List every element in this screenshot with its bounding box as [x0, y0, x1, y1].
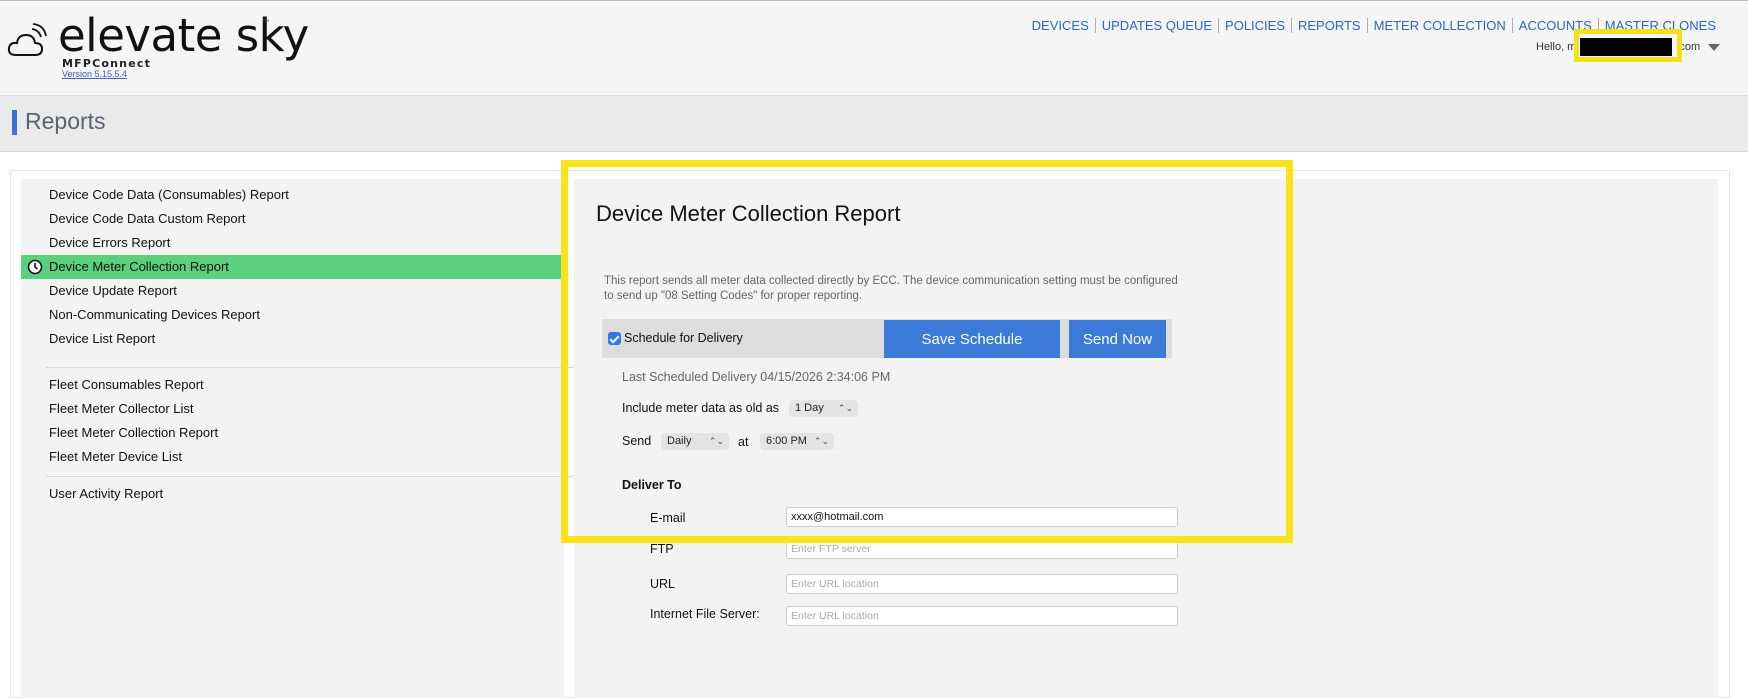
nav-policies[interactable]: POLICIES: [1219, 18, 1292, 33]
schedule-checkbox[interactable]: [608, 332, 621, 345]
nav-devices[interactable]: DEVICES: [1026, 18, 1096, 33]
sidebar-item-custom-report[interactable]: Device Code Data Custom Report: [21, 207, 564, 231]
url-field[interactable]: [786, 574, 1178, 594]
include-label: Include meter data as old as: [622, 401, 780, 415]
send-label: Send: [622, 434, 652, 448]
sidebar-item-fleet-consumables-report[interactable]: Fleet Consumables Report: [21, 373, 564, 397]
schedule-label: Schedule for Delivery: [624, 331, 743, 345]
sidebar-item-meter-collection-report[interactable]: Device Meter Collection Report: [21, 255, 564, 279]
internet-file-server-field[interactable]: [786, 606, 1178, 626]
cloud-wifi-icon: [7, 23, 47, 56]
app-header: elevate sky ™ MFPConnect Version 5.15.5.…: [0, 0, 1748, 96]
trademark: ™: [262, 19, 269, 26]
hello-prefix: Hello, m: [1536, 41, 1577, 53]
nav-meter-collection[interactable]: METER COLLECTION: [1368, 18, 1513, 33]
report-description: This report sends all meter data collect…: [604, 275, 1178, 302]
chevron-down-icon[interactable]: [1708, 43, 1721, 51]
sidebar-item-fleet-collection-report[interactable]: Fleet Meter Collection Report: [21, 421, 564, 445]
last-scheduled-delivery: Last Scheduled Delivery 04/15/2026 2:34:…: [622, 370, 891, 384]
sidebar-item-errors-report[interactable]: Device Errors Report: [21, 231, 564, 255]
nav-reports[interactable]: REPORTS: [1292, 18, 1368, 33]
save-schedule-button[interactable]: Save Schedule: [884, 320, 1060, 358]
at-label: at: [738, 435, 749, 449]
select-arrows-icon: ⌃⌄: [837, 403, 853, 413]
ftp-field[interactable]: [786, 539, 1178, 559]
nav-updates-queue[interactable]: UPDATES QUEUE: [1096, 18, 1220, 33]
send-frequency-value: Daily: [667, 435, 692, 447]
sidebar-item-non-communicating-report[interactable]: Non-Communicating Devices Report: [21, 303, 564, 327]
email-field[interactable]: [786, 507, 1178, 527]
select-arrows-icon: ⌃⌄: [708, 436, 724, 446]
sidebar-item-consumables-report[interactable]: Device Code Data (Consumables) Report: [21, 183, 564, 207]
select-arrows-icon: ⌃⌄: [813, 436, 829, 446]
page-title-band: Reports: [0, 96, 1748, 152]
send-frequency-select[interactable]: Daily ⌃⌄: [661, 433, 729, 450]
sidebar-item-label: Device Meter Collection Report: [49, 259, 229, 274]
title-accent-bar: [12, 110, 17, 135]
deliver-to-heading: Deliver To: [622, 478, 682, 492]
include-age-value: 1 Day: [795, 402, 824, 414]
sidebar-item-user-activity-report[interactable]: User Activity Report: [21, 482, 564, 506]
url-label: URL: [650, 577, 676, 591]
internet-file-server-label: Internet File Server:: [650, 607, 760, 621]
clock-icon: [27, 259, 43, 275]
send-time-value: 6:00 PM: [766, 435, 807, 447]
sidebar-item-update-report[interactable]: Device Update Report: [21, 279, 564, 303]
version-link[interactable]: Version 5.15.5.4: [62, 69, 127, 79]
send-time-select[interactable]: 6:00 PM ⌃⌄: [760, 433, 834, 450]
include-age-select[interactable]: 1 Day ⌃⌄: [789, 400, 858, 417]
sidebar-divider: [46, 367, 576, 368]
sidebar-item-fleet-collector-list[interactable]: Fleet Meter Collector List: [21, 397, 564, 421]
redaction-highlight: [1574, 29, 1682, 62]
sidebar-divider: [46, 476, 576, 477]
ftp-label: FTP: [650, 542, 674, 556]
report-sidebar: Device Code Data (Consumables) Report De…: [21, 179, 576, 698]
sidebar-item-fleet-device-list[interactable]: Fleet Meter Device List: [21, 445, 564, 469]
page-title: Reports: [25, 108, 106, 134]
report-title: Device Meter Collection Report: [596, 201, 901, 226]
email-label: E-mail: [650, 511, 686, 525]
sidebar-item-device-list-report[interactable]: Device List Report: [21, 327, 564, 351]
brand-logo: elevate sky: [58, 9, 309, 62]
send-now-button[interactable]: Send Now: [1069, 320, 1166, 358]
